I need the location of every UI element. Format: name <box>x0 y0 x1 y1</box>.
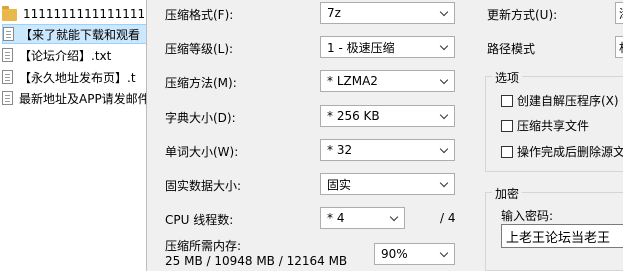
checkbox-icon <box>501 119 513 132</box>
file-list: 11111111111111111 【来了就能下载和观看 【论坛介绍】.txt … <box>0 0 146 271</box>
list-item[interactable]: 【来了就能下载和观看 <box>2 24 146 44</box>
solid-size-label: 固实数据大小: <box>165 179 242 193</box>
file-name: 【论坛介绍】.txt <box>19 48 112 63</box>
memory-percent-select[interactable]: 90% <box>374 243 455 265</box>
list-item[interactable]: 最新地址及APP请发邮件 <box>2 88 146 108</box>
path-mode-label: 路径模式 <box>487 42 536 56</box>
cpu-threads-total: / 4 <box>440 211 456 225</box>
format-label: 压缩格式(F): <box>165 8 234 22</box>
dictionary-select[interactable]: * 256 KB <box>320 105 455 127</box>
chevron-down-icon <box>440 76 450 86</box>
password-label: 输入密码: <box>501 209 554 223</box>
path-mode-select[interactable]: 相 <box>615 36 623 58</box>
checkbox-icon <box>501 145 513 158</box>
level-select[interactable]: 1 - 极速压缩 <box>320 36 455 58</box>
memory-value: 25 MB / 10948 MB / 12164 MB <box>165 254 348 268</box>
chevron-down-icon <box>390 213 400 223</box>
format-select[interactable]: 7z <box>320 2 455 24</box>
word-size-select[interactable]: * 32 <box>320 139 455 161</box>
shared-files-checkbox[interactable]: 压缩共享文件 <box>501 117 589 134</box>
dictionary-label: 字典大小(D): <box>165 111 236 125</box>
update-mode-select[interactable]: 添 <box>615 2 623 24</box>
cpu-threads-select[interactable]: * 4 <box>320 207 405 229</box>
document-icon <box>2 91 13 105</box>
delete-after-checkbox[interactable]: 操作完成后删除源文 <box>501 143 623 160</box>
list-item[interactable]: 【永久地址发布页】.t <box>2 67 146 87</box>
update-mode-label: 更新方式(U): <box>487 8 558 22</box>
word-size-label: 单词大小(W): <box>165 145 239 159</box>
cpu-threads-label: CPU 线程数: <box>165 213 234 227</box>
file-name: 【永久地址发布页】.t <box>19 70 136 85</box>
list-item[interactable]: 11111111111111111 <box>2 4 146 24</box>
file-name: 11111111111111111 <box>23 7 146 21</box>
chevron-down-icon <box>440 249 450 259</box>
document-icon <box>3 27 14 41</box>
chevron-down-icon <box>440 42 450 52</box>
folder-icon <box>2 6 17 21</box>
method-label: 压缩方法(M): <box>165 76 237 90</box>
chevron-down-icon <box>440 8 450 18</box>
encryption-title: 加密 <box>492 185 523 202</box>
password-input[interactable]: 上老王论坛当老王 <box>501 224 623 248</box>
chevron-down-icon <box>440 179 450 189</box>
solid-size-select[interactable]: 固实 <box>320 173 455 195</box>
file-name: 最新地址及APP请发邮件 <box>19 91 146 106</box>
document-icon <box>2 70 13 84</box>
sfx-checkbox[interactable]: 创建自解压程序(X) <box>501 92 619 109</box>
list-item[interactable]: 【论坛介绍】.txt <box>2 45 146 65</box>
add-to-archive-dialog: 压缩格式(F): 7z 压缩等级(L): 1 - 极速压缩 压缩方法(M): *… <box>146 0 623 271</box>
checkbox-icon <box>501 94 513 107</box>
chevron-down-icon <box>440 145 450 155</box>
method-select[interactable]: * LZMA2 <box>320 70 455 92</box>
options-title: 选项 <box>492 69 523 86</box>
document-icon <box>2 48 13 62</box>
chevron-down-icon <box>440 111 450 121</box>
memory-label: 压缩所需内存: <box>165 239 242 253</box>
level-label: 压缩等级(L): <box>165 42 234 56</box>
file-name: 【来了就能下载和观看 <box>20 27 141 42</box>
